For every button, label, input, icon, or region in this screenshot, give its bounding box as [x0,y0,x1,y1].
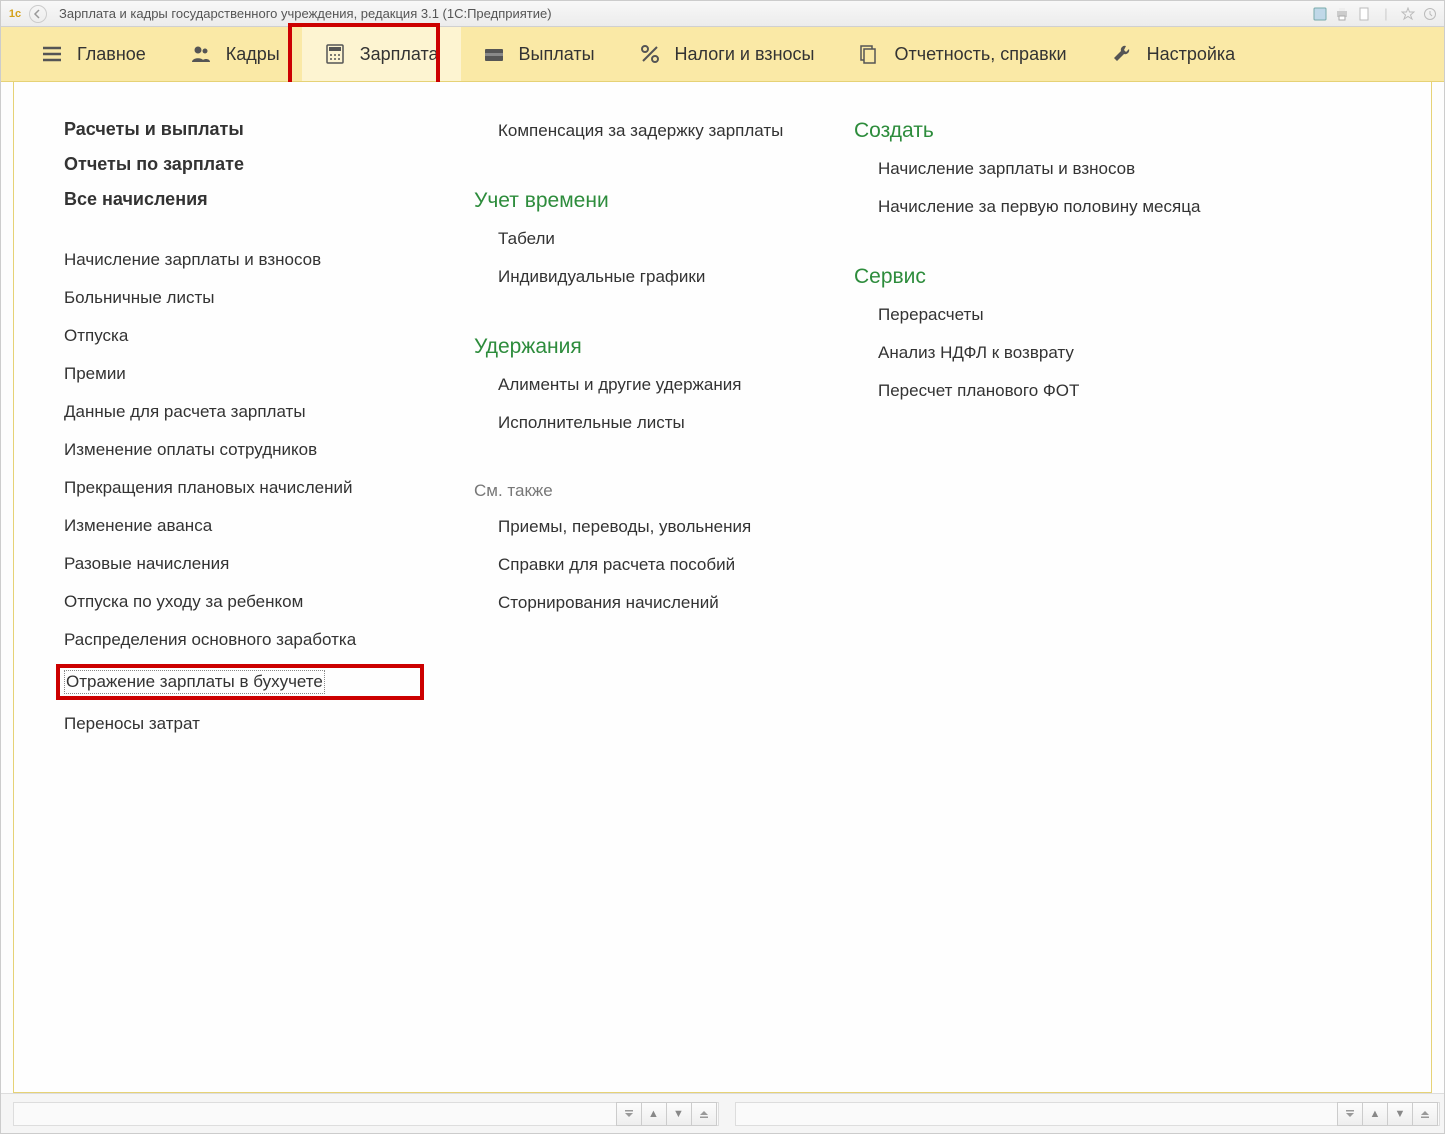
section-title[interactable]: Удержания [474,333,804,361]
nav-label: Кадры [226,44,280,65]
percent-icon [639,43,661,65]
menu-column-1: Расчеты и выплаты Отчеты по зарплате Все… [64,117,424,738]
section-title[interactable]: Учет времени [474,187,804,215]
nav-label: Настройка [1147,44,1236,65]
menu-link[interactable]: Отпуска [64,322,424,350]
menu-link[interactable]: Премии [64,360,424,388]
nav-kadry[interactable]: Кадры [168,27,302,81]
section-title-gray: См. также [474,479,804,503]
nav-label: Отчетность, справки [894,44,1066,65]
main-toolbar: Главное Кадры Зарплата Выплаты Налоги и … [1,27,1444,82]
titlebar-actions: | [1312,6,1438,22]
divider-icon: | [1378,6,1394,22]
calculator-icon [324,43,346,65]
people-icon [190,43,212,65]
scroll-down-icon[interactable]: ▼ [1387,1102,1413,1126]
nav-vyplaty[interactable]: Выплаты [461,27,617,81]
wrench-icon [1111,43,1133,65]
menu-link[interactable]: Приемы, переводы, увольнения [474,513,804,541]
menu-link[interactable]: Перерасчеты [854,301,1234,329]
app-window: 1c Зарплата и кадры государственного учр… [0,0,1445,1134]
menu-link[interactable]: Пересчет планового ФОТ [854,377,1234,405]
nav-main[interactable]: Главное [19,27,168,81]
menu-link-selected[interactable]: Отражение зарплаты в бухучете [64,670,325,694]
wallet-icon [483,43,505,65]
menu-link[interactable]: Больничные листы [64,284,424,312]
menu-link[interactable]: Прекращения плановых начислений [64,474,424,502]
print-icon[interactable] [1334,6,1350,22]
scroll-home-icon[interactable] [616,1102,642,1126]
nav-label: Выплаты [519,44,595,65]
document-icon[interactable] [1356,6,1372,22]
scroll-home-icon[interactable] [1337,1102,1363,1126]
nav-nalogi[interactable]: Налоги и взносы [617,27,837,81]
bottom-tab-strip: ▲ ▼ ▲ ▼ [1,1093,1444,1133]
section-title[interactable]: Сервис [854,263,1234,291]
menu-icon [41,43,63,65]
history-icon[interactable] [1422,6,1438,22]
nav-label: Зарплата [360,44,439,65]
menu-link[interactable]: Начисление за первую половину месяца [854,193,1234,221]
menu-column-3: Создать Начисление зарплаты и взносов На… [854,117,1234,738]
titlebar: 1c Зарплата и кадры государственного учр… [1,1,1444,27]
nav-label: Налоги и взносы [675,44,815,65]
bold-link[interactable]: Расчеты и выплаты [64,117,424,142]
menu-link[interactable]: Изменение оплаты сотрудников [64,436,424,464]
menu-link[interactable]: Справки для расчета пособий [474,551,804,579]
window-title: Зарплата и кадры государственного учрежд… [59,6,552,21]
menu-column-2: Компенсация за задержку зарплаты Учет вр… [474,117,804,738]
bold-link[interactable]: Все начисления [64,187,424,212]
bottom-panel-right: ▲ ▼ [723,1096,1445,1132]
content-area: Расчеты и выплаты Отчеты по зарплате Все… [13,82,1432,1093]
menu-link[interactable]: Исполнительные листы [474,409,804,437]
star-icon[interactable] [1400,6,1416,22]
menu-link[interactable]: Анализ НДФЛ к возврату [854,339,1234,367]
scroll-up-icon[interactable]: ▲ [1362,1102,1388,1126]
save-icon[interactable] [1312,6,1328,22]
files-icon [858,43,880,65]
menu-link[interactable]: Распределения основного заработка [64,626,424,654]
bottom-panel-left: ▲ ▼ [1,1096,723,1132]
nav-otchetnost[interactable]: Отчетность, справки [836,27,1088,81]
menu-link[interactable]: Разовые начисления [64,550,424,578]
menu-link[interactable]: Изменение аванса [64,512,424,540]
menu-link[interactable]: Сторнирования начислений [474,589,804,617]
menu-link[interactable]: Компенсация за задержку зарплаты [474,117,804,145]
scroll-end-icon[interactable] [1412,1102,1438,1126]
tutorial-highlight-link: Отражение зарплаты в бухучете [56,664,424,700]
menu-link[interactable]: Индивидуальные графики [474,263,804,291]
menu-link[interactable]: Отпуска по уходу за ребенком [64,588,424,616]
menu-link[interactable]: Данные для расчета зарплаты [64,398,424,426]
scroll-end-icon[interactable] [691,1102,717,1126]
back-icon[interactable] [29,5,47,23]
nav-nastroyka[interactable]: Настройка [1089,27,1258,81]
menu-link[interactable]: Начисление зарплаты и взносов [854,155,1234,183]
menu-link[interactable]: Алименты и другие удержания [474,371,804,399]
menu-link[interactable]: Начисление зарплаты и взносов [64,246,424,274]
nav-label: Главное [77,44,146,65]
scroll-down-icon[interactable]: ▼ [666,1102,692,1126]
scroll-up-icon[interactable]: ▲ [641,1102,667,1126]
menu-link[interactable]: Переносы затрат [64,710,424,738]
menu-link[interactable]: Табели [474,225,804,253]
nav-zarplata[interactable]: Зарплата [302,27,461,81]
section-title[interactable]: Создать [854,117,1234,145]
bold-link[interactable]: Отчеты по зарплате [64,152,424,177]
app-logo-icon: 1c [7,6,23,22]
